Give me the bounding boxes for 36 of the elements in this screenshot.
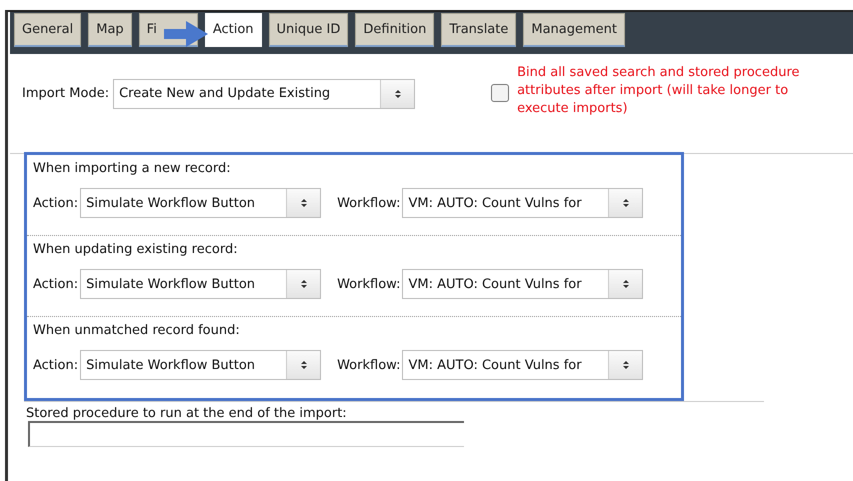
workflow-label: Workflow: [337, 276, 400, 292]
tab[interactable]: General [14, 13, 82, 47]
updown-arrows-icon [380, 80, 414, 108]
action-label: Action: [33, 196, 78, 210]
tab[interactable]: Management [523, 13, 626, 47]
updown-arrows-icon [608, 270, 642, 298]
updown-arrows-icon [608, 189, 642, 217]
updown-arrows-icon [608, 351, 642, 379]
action-dropdown[interactable]: Simulate Workflow Button [80, 350, 322, 380]
action-dropdown[interactable]: Simulate Workflow Button [80, 269, 322, 299]
import-mode-label: Import Mode: [22, 86, 110, 101]
updown-arrows-icon [286, 351, 320, 379]
updown-arrows-icon [286, 189, 320, 217]
action-label: Action: [33, 358, 78, 372]
workflow-label: Workflow: [337, 196, 400, 210]
stored-procedure-label: Stored procedure to run at the end of the import: [26, 406, 348, 421]
action-dropdown[interactable]: Simulate Workflow Button [80, 188, 322, 218]
workflow-dropdown[interactable]: VM: AUTO: Count Vulns for [402, 188, 644, 218]
workflow-label: Workflow: [337, 358, 400, 372]
import-mode-dropdown[interactable]: Create New and Update Existing [113, 78, 416, 108]
tab[interactable]: Definition [355, 13, 434, 47]
tab[interactable]: Action [204, 13, 262, 47]
stored-procedure-field[interactable] [28, 421, 464, 447]
section-heading: When importing a new record: [33, 160, 232, 178]
tab[interactable]: Unique ID [268, 13, 348, 47]
action-label: Action: [33, 276, 78, 292]
annotation-arrow [164, 21, 208, 47]
section-heading: When unmatched record found: [33, 322, 241, 340]
tab[interactable]: Map [88, 13, 132, 47]
tab[interactable]: Translate [441, 13, 516, 47]
section-heading: When updating existing record: [33, 241, 239, 259]
workflow-dropdown[interactable]: VM: AUTO: Count Vulns for [402, 269, 644, 299]
bind-option-text: Bind all saved search and stored procedure attributes after import (will take longer to execute imports) [517, 64, 800, 118]
updown-arrows-icon [286, 270, 320, 298]
workflow-dropdown[interactable]: VM: AUTO: Count Vulns for [402, 350, 644, 380]
checkbox[interactable] [491, 84, 510, 102]
